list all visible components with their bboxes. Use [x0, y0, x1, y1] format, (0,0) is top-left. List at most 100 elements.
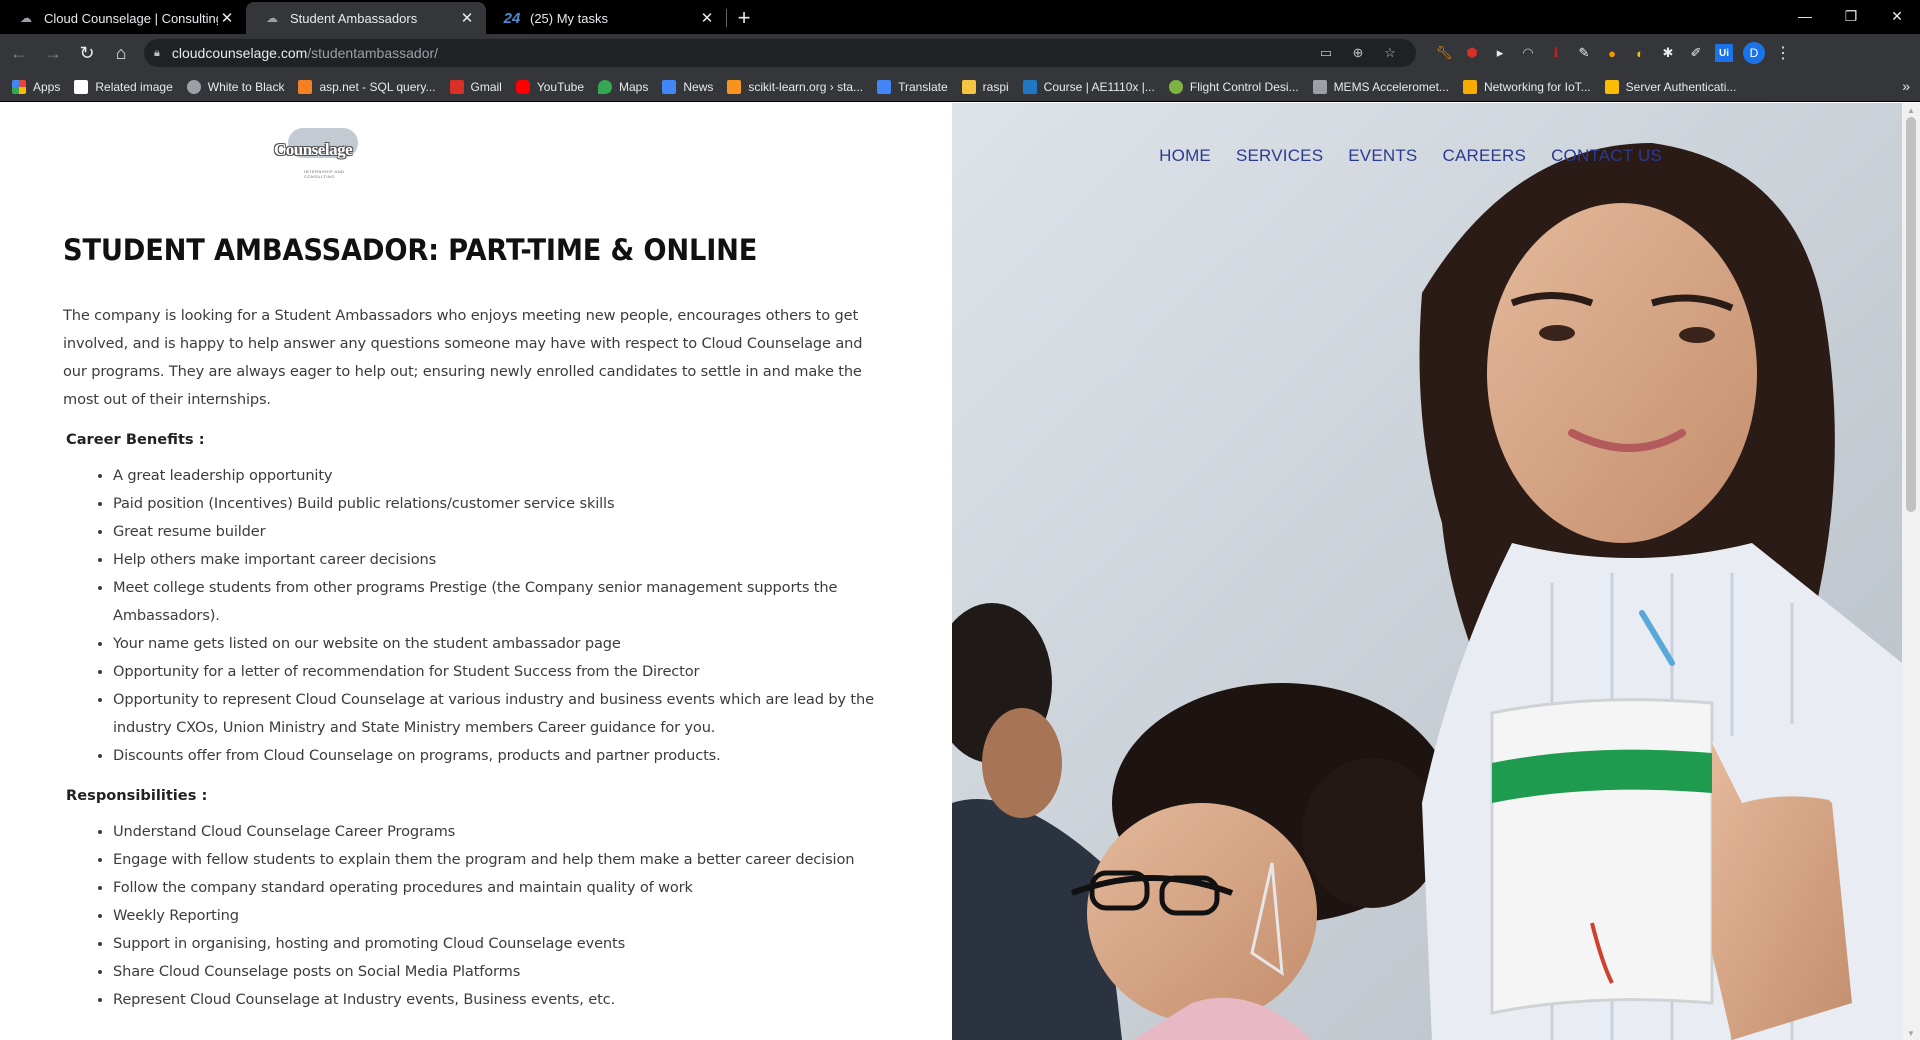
bookmark-raspi[interactable]: raspi	[961, 79, 1009, 94]
forward-icon[interactable]: →	[38, 38, 68, 68]
restore-icon[interactable]: ❐	[1828, 0, 1874, 32]
list-item: A great leadership opportunity	[113, 462, 883, 490]
bookmark-scikit-learn[interactable]: scikit-learn.org › sta...	[727, 79, 863, 94]
close-tab-icon[interactable]: ✕	[218, 9, 236, 27]
tab-title: Student Ambassadors	[290, 10, 418, 26]
back-icon[interactable]: ←	[4, 38, 34, 68]
close-tab-icon[interactable]: ✕	[698, 9, 716, 27]
bookmarks-bar: Apps Related image White to Black asp.ne…	[0, 72, 1920, 102]
bookmark-star-icon[interactable]: ☆	[1374, 45, 1406, 61]
profile-avatar[interactable]: D	[1743, 42, 1765, 64]
list-item: Support in organising, hosting and promo…	[113, 930, 883, 958]
tab-my-tasks[interactable]: 24 (25) My tasks ✕	[486, 2, 726, 34]
translate-icon	[877, 79, 892, 94]
pen-extension-icon[interactable]: ✐	[1682, 41, 1710, 65]
list-item: Understand Cloud Counselage Career Progr…	[113, 818, 883, 846]
tab-strip: ☁ Cloud Counselage | Consulting, A ✕ ☁ S…	[0, 0, 1920, 34]
bookmark-news[interactable]: News	[662, 79, 713, 94]
site-logo[interactable]: Counselage INTERNSHIP AND CONSULTING	[270, 126, 372, 182]
apps-grid-icon	[12, 79, 26, 94]
extensions-bar: 🔧︎ ⬢ ▸ ◠ ℹ ✎ ● ◐ ✱ ✐ Ui	[1430, 41, 1733, 65]
bookmark-apps[interactable]: Apps	[12, 79, 60, 94]
bookmark-mems[interactable]: MEMS Acceleromet...	[1312, 79, 1449, 94]
bookmark-course[interactable]: Course | AE1110x |...	[1022, 79, 1155, 94]
reload-icon[interactable]: ↻	[72, 38, 102, 68]
list-item: Meet college students from other program…	[113, 574, 883, 630]
arc-extension-icon[interactable]: ◠	[1514, 41, 1542, 65]
logo-text: Counselage	[274, 140, 353, 159]
ui-extension-icon[interactable]: Ui	[1715, 44, 1733, 62]
stackoverflow-icon	[298, 79, 313, 94]
tab-student-ambassadors[interactable]: ☁ Student Ambassadors ✕	[246, 2, 486, 34]
gear-extension-icon[interactable]: ✱	[1654, 41, 1682, 65]
web-page: Counselage INTERNSHIP AND CONSULTING STU…	[0, 103, 1920, 1040]
nav-careers[interactable]: CAREERS	[1442, 146, 1526, 166]
bookmarks-overflow-icon[interactable]: »	[1902, 78, 1910, 94]
window-controls: — ❐ ✕	[1782, 0, 1920, 32]
home-icon[interactable]: ⌂	[106, 38, 136, 68]
page-icon	[74, 79, 89, 94]
nptel-icon	[1168, 79, 1183, 94]
scrollbar-thumb[interactable]	[1906, 117, 1916, 512]
browser-toolbar: ← → ↻ ⌂ 🔒︎ cloudcounselage.com/studentam…	[0, 34, 1920, 72]
scroll-down-icon[interactable]: ▼	[1902, 1026, 1920, 1040]
content-panel: Counselage INTERNSHIP AND CONSULTING STU…	[0, 103, 952, 1040]
scikit-icon	[727, 79, 742, 94]
tasks-24-icon: 24	[503, 9, 521, 27]
tab-cloud-counselage[interactable]: ☁ Cloud Counselage | Consulting, A ✕	[0, 2, 246, 34]
tab-title: Cloud Counselage | Consulting, A	[44, 10, 218, 26]
yellow-extension-icon[interactable]: ◐	[1626, 41, 1654, 65]
students-photo-illustration	[952, 103, 1902, 1040]
minimize-icon[interactable]: —	[1782, 0, 1828, 32]
cookie-extension-icon[interactable]: ●	[1598, 41, 1626, 65]
bookmark-server-auth[interactable]: Server Authenticati...	[1604, 79, 1736, 94]
bookmark-maps[interactable]: Maps	[598, 79, 648, 94]
bookmark-youtube[interactable]: YouTube	[515, 79, 584, 94]
url-text[interactable]: cloudcounselage.com/studentambassador/	[172, 45, 1310, 61]
close-tab-icon[interactable]: ✕	[458, 9, 476, 27]
bookmark-related-image[interactable]: Related image	[74, 79, 173, 94]
scroll-up-icon[interactable]: ▲	[1902, 103, 1920, 117]
red-extension-icon[interactable]: ℹ	[1542, 41, 1570, 65]
feather-extension-icon[interactable]: ✎	[1570, 41, 1598, 65]
page-scrollbar[interactable]: ▲ ▼	[1902, 103, 1920, 1040]
news-icon	[662, 79, 677, 94]
cast-icon[interactable]: ▭	[1310, 45, 1342, 61]
page-title: STUDENT AMBASSADOR: PART-TIME & ONLINE	[63, 233, 758, 267]
new-tab-button[interactable]: +	[727, 2, 761, 34]
menu-icon[interactable]: ⋮	[1775, 43, 1791, 63]
list-item: Opportunity to represent Cloud Counselag…	[113, 686, 883, 742]
bookmark-gmail[interactable]: Gmail	[449, 79, 502, 94]
youtube-icon	[515, 79, 530, 94]
terminal-extension-icon[interactable]: ▸	[1486, 41, 1514, 65]
bookmark-aspnet[interactable]: asp.net - SQL query...	[298, 79, 436, 94]
list-item: Great resume builder	[113, 518, 883, 546]
zoom-icon[interactable]: ⊕	[1342, 45, 1374, 61]
lock-icon[interactable]: 🔒︎	[154, 47, 160, 60]
nav-services[interactable]: SERVICES	[1236, 146, 1323, 166]
address-bar[interactable]: 🔒︎ cloudcounselage.com/studentambassador…	[144, 39, 1416, 67]
bookmark-white-to-black[interactable]: White to Black	[186, 79, 284, 94]
list-item: Help others make important career decisi…	[113, 546, 883, 574]
bookmark-translate[interactable]: Translate	[877, 79, 948, 94]
wrench-extension-icon[interactable]: 🔧︎	[1430, 41, 1458, 65]
bookmark-flight-control[interactable]: Flight Control Desi...	[1168, 79, 1299, 94]
main-nav: HOME SERVICES EVENTS CAREERS CONTACT US	[1134, 146, 1662, 166]
shield-extension-icon[interactable]: ⬢	[1458, 41, 1486, 65]
gmail-icon	[449, 79, 464, 94]
bookmark-networking-iot[interactable]: Networking for IoT...	[1462, 79, 1591, 94]
list-item: Share Cloud Counselage posts on Social M…	[113, 958, 883, 986]
article: STUDENT AMBASSADOR: PART-TIME & ONLINE T…	[63, 233, 883, 1014]
nav-events[interactable]: EVENTS	[1348, 146, 1417, 166]
nav-home[interactable]: HOME	[1159, 146, 1211, 166]
intro-paragraph: The company is looking for a Student Amb…	[63, 307, 863, 408]
box-icon	[1604, 79, 1619, 94]
benefits-list: A great leadership opportunity Paid posi…	[113, 462, 883, 770]
list-item: Paid position (Incentives) Build public …	[113, 490, 883, 518]
close-window-icon[interactable]: ✕	[1874, 0, 1920, 32]
logo-tagline: INTERNSHIP AND CONSULTING	[304, 169, 345, 179]
responsibilities-heading: Responsibilities :	[66, 787, 208, 804]
cloud-icon: ☁	[266, 11, 278, 25]
list-item: Represent Cloud Counselage at Industry e…	[113, 986, 883, 1014]
nav-contact-us[interactable]: CONTACT US	[1551, 146, 1662, 166]
